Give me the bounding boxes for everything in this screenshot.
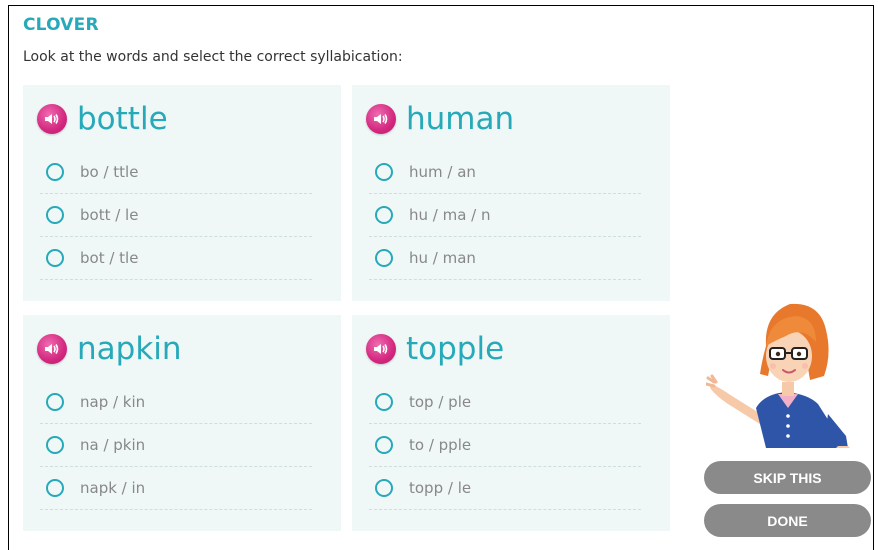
- word-header: human: [366, 99, 514, 139]
- option-item[interactable]: to / pple: [369, 424, 641, 467]
- word-label: topple: [406, 331, 505, 367]
- option-label: to / pple: [409, 436, 472, 454]
- word-label: napkin: [77, 331, 182, 367]
- app-title: CLOVER: [23, 15, 99, 35]
- word-header: topple: [366, 329, 504, 369]
- radio-icon[interactable]: [375, 206, 393, 224]
- speaker-icon[interactable]: [37, 334, 67, 364]
- options-list: nap / kin na / pkin napk / in: [40, 381, 312, 510]
- radio-icon[interactable]: [375, 393, 393, 411]
- option-label: hu / man: [409, 249, 476, 267]
- option-item[interactable]: hu / man: [369, 237, 641, 280]
- option-label: bot / tle: [80, 249, 139, 267]
- option-item[interactable]: napk / in: [40, 467, 312, 510]
- options-list: bo / ttle bott / le bot / tle: [40, 151, 312, 280]
- option-item[interactable]: hu / ma / n: [369, 194, 641, 237]
- option-label: nap / kin: [80, 393, 146, 411]
- done-button[interactable]: DONE: [704, 504, 871, 537]
- radio-icon[interactable]: [46, 163, 64, 181]
- speaker-icon[interactable]: [366, 104, 396, 134]
- option-item[interactable]: bott / le: [40, 194, 312, 237]
- radio-icon[interactable]: [46, 479, 64, 497]
- option-label: hu / ma / n: [409, 206, 491, 224]
- radio-icon[interactable]: [46, 393, 64, 411]
- option-label: hum / an: [409, 163, 476, 181]
- option-item[interactable]: bot / tle: [40, 237, 312, 280]
- options-list: hum / an hu / ma / n hu / man: [369, 151, 641, 280]
- word-label: bottle: [77, 101, 168, 137]
- option-item[interactable]: top / ple: [369, 381, 641, 424]
- instruction-text: Look at the words and select the correct…: [23, 49, 403, 65]
- option-item[interactable]: na / pkin: [40, 424, 312, 467]
- options-list: top / ple to / pple topp / le: [369, 381, 641, 510]
- option-item[interactable]: hum / an: [369, 151, 641, 194]
- option-label: topp / le: [409, 479, 472, 497]
- option-item[interactable]: topp / le: [369, 467, 641, 510]
- radio-icon[interactable]: [46, 206, 64, 224]
- word-header: napkin: [37, 329, 182, 369]
- radio-icon[interactable]: [375, 479, 393, 497]
- question-card-napkin: napkin nap / kin na / pkin napk / in: [23, 315, 341, 531]
- skip-button[interactable]: SKIP THIS: [704, 461, 871, 494]
- option-label: bott / le: [80, 206, 139, 224]
- radio-icon[interactable]: [375, 163, 393, 181]
- speaker-icon[interactable]: [37, 104, 67, 134]
- speaker-icon[interactable]: [366, 334, 396, 364]
- question-card-human: human hum / an hu / ma / n hu / man: [352, 85, 670, 301]
- radio-icon[interactable]: [46, 249, 64, 267]
- option-label: napk / in: [80, 479, 146, 497]
- question-card-topple: topple top / ple to / pple topp / le: [352, 315, 670, 531]
- question-card-bottle: bottle bo / ttle bott / le bot / tle: [23, 85, 341, 301]
- option-label: top / ple: [409, 393, 472, 411]
- word-label: human: [406, 101, 515, 137]
- option-label: bo / ttle: [80, 163, 139, 181]
- teacher-avatar: [706, 303, 850, 448]
- option-item[interactable]: bo / ttle: [40, 151, 312, 194]
- word-header: bottle: [37, 99, 168, 139]
- radio-icon[interactable]: [46, 436, 64, 454]
- radio-icon[interactable]: [375, 249, 393, 267]
- radio-icon[interactable]: [375, 436, 393, 454]
- option-label: na / pkin: [80, 436, 146, 454]
- option-item[interactable]: nap / kin: [40, 381, 312, 424]
